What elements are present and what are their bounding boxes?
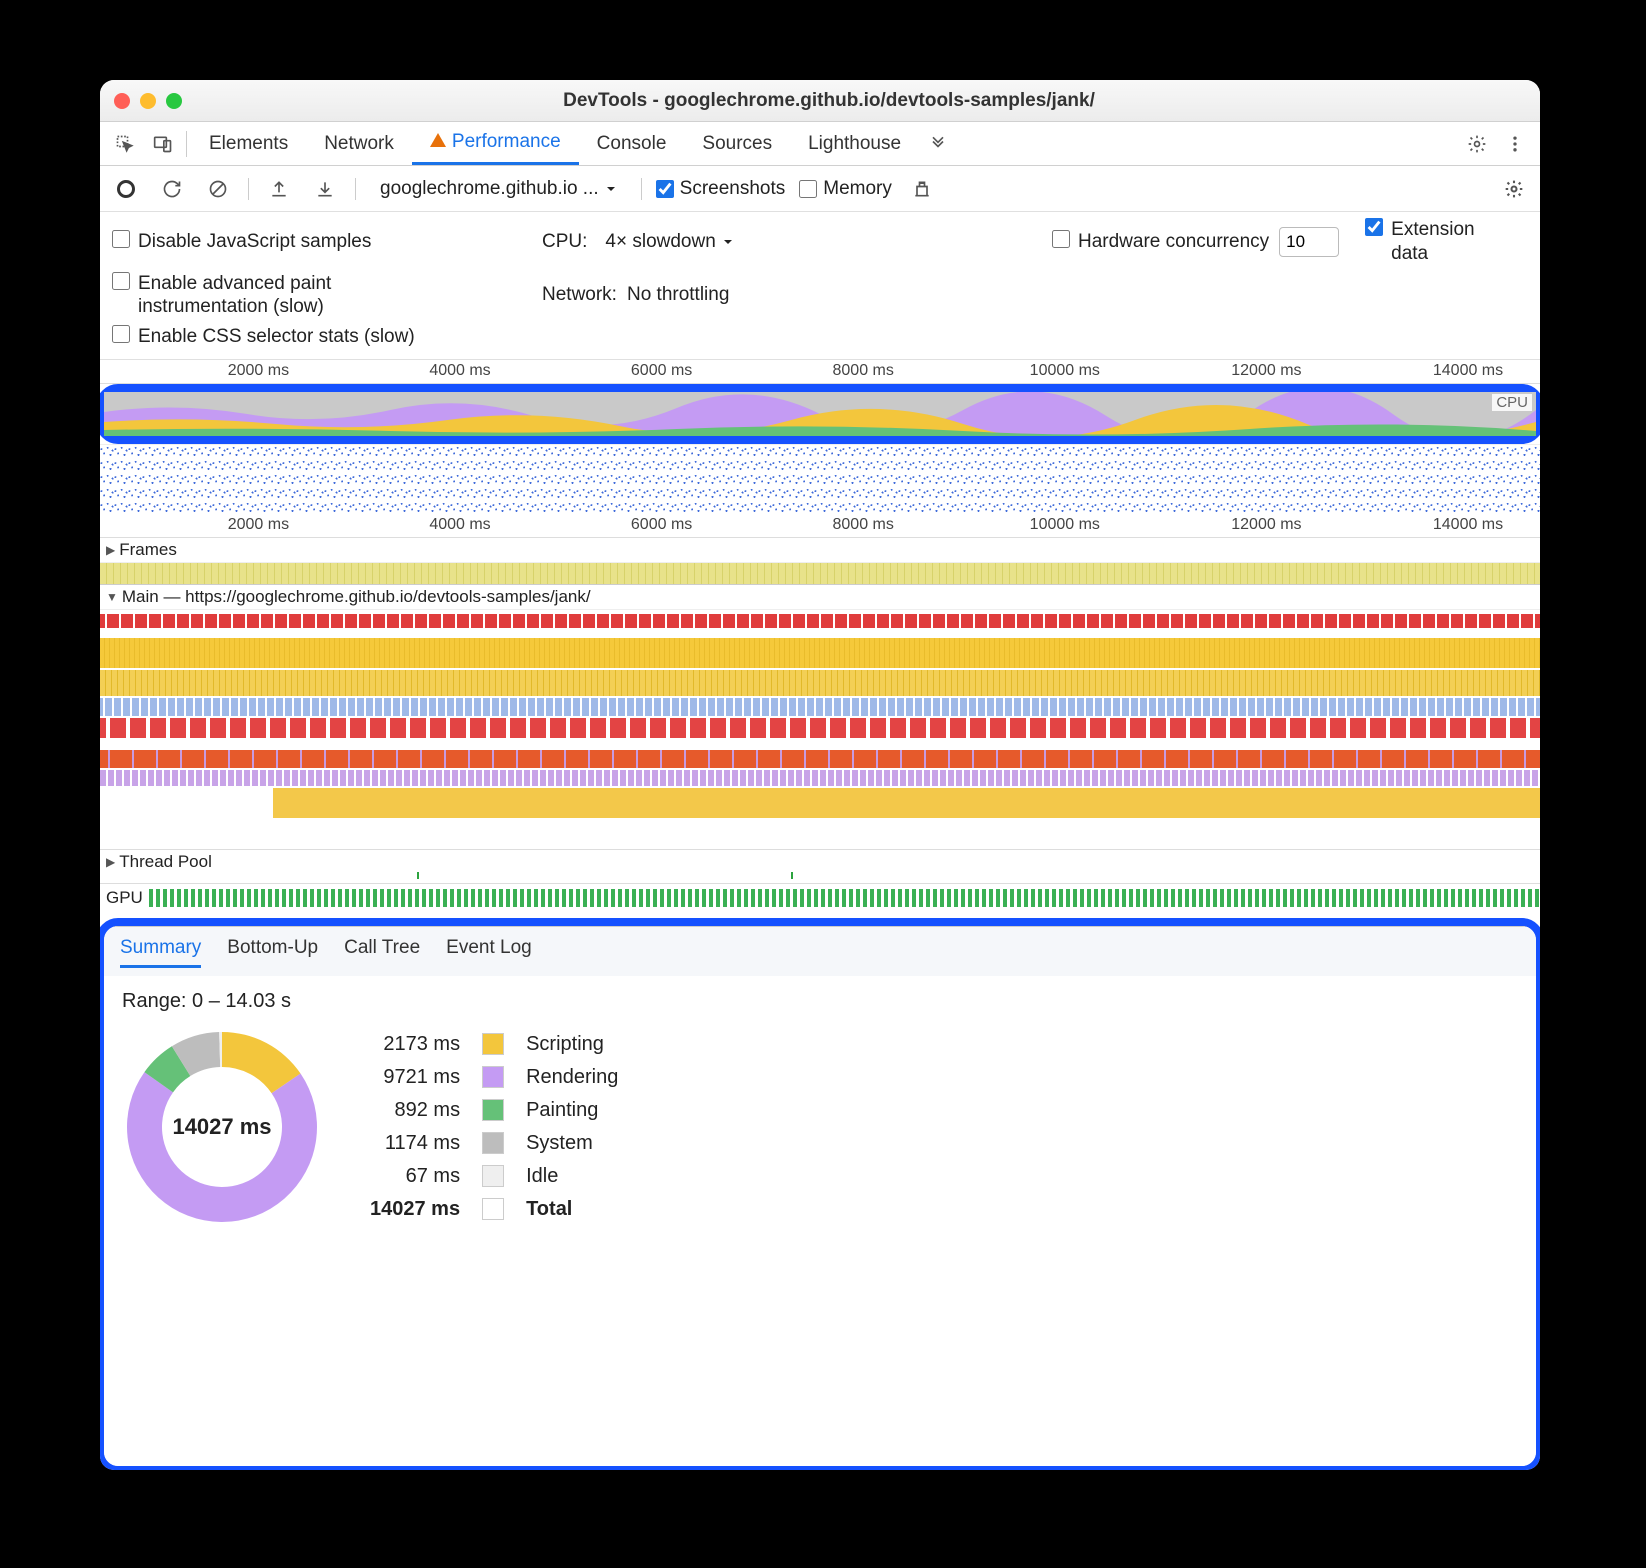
minimize-icon[interactable] <box>140 93 156 109</box>
reload-record-button[interactable] <box>156 173 188 205</box>
profile-selector-label: googlechrome.github.io ... <box>380 178 599 200</box>
cpu-throttle: CPU: 4× slowdown <box>542 229 1052 255</box>
detail-ruler[interactable]: 2000 ms 4000 ms 6000 ms 8000 ms 10000 ms… <box>100 514 1540 538</box>
upload-profile-icon[interactable] <box>263 173 295 205</box>
advanced-paint-checkbox[interactable]: Enable advanced paint instrumentation (s… <box>112 272 542 320</box>
gpu-label: GPU <box>106 888 143 908</box>
screenshots-checkbox[interactable]: Screenshots <box>656 178 786 200</box>
network-throttle-value: No throttling <box>627 284 729 306</box>
frames-section-header[interactable]: ▶ Frames <box>100 538 1540 563</box>
gpu-track[interactable]: GPU <box>100 884 1540 912</box>
clear-button[interactable] <box>202 173 234 205</box>
garbage-collect-icon[interactable] <box>906 173 938 205</box>
download-profile-icon[interactable] <box>309 173 341 205</box>
main-section-header[interactable]: ▼ Main — https://googlechrome.github.io/… <box>100 585 1540 610</box>
warning-icon <box>430 133 446 147</box>
capture-settings: Disable JavaScript samples CPU: 4× slowd… <box>100 212 1540 360</box>
hardware-concurrency-checkbox[interactable]: Hardware concurrency <box>1052 230 1269 254</box>
tab-elements[interactable]: Elements <box>191 122 306 165</box>
cpu-highlight: CPU <box>100 384 1540 444</box>
tab-network[interactable]: Network <box>306 122 412 165</box>
tab-console[interactable]: Console <box>579 122 685 165</box>
main-flame-chart[interactable] <box>100 610 1540 850</box>
panel-tabs: Elements Network Performance Console Sou… <box>100 122 1540 166</box>
thread-pool-track[interactable]: ▶ Thread Pool <box>100 850 1540 884</box>
profile-selector[interactable]: googlechrome.github.io ... <box>370 174 627 204</box>
inspect-icon[interactable] <box>106 125 144 163</box>
close-icon[interactable] <box>114 93 130 109</box>
chevron-down-icon <box>605 183 617 195</box>
fullscreen-icon[interactable] <box>166 93 182 109</box>
screenshots-strip[interactable] <box>100 444 1540 514</box>
cpu-label: CPU <box>1492 394 1532 411</box>
drawer-tab-call-tree[interactable]: Call Tree <box>344 937 420 968</box>
overview-ruler[interactable]: 2000 ms 4000 ms 6000 ms 8000 ms 10000 ms… <box>100 360 1540 384</box>
collapse-icon: ▼ <box>106 590 118 604</box>
tab-sources[interactable]: Sources <box>684 122 790 165</box>
expand-icon: ▶ <box>106 855 115 869</box>
legend-row: 67 ms Idle <box>360 1161 628 1192</box>
frames-track[interactable] <box>100 563 1540 585</box>
disable-js-checkbox[interactable]: Disable JavaScript samples <box>112 230 542 254</box>
drawer-tab-summary[interactable]: Summary <box>120 937 201 968</box>
hardware-concurrency-input[interactable] <box>1279 227 1339 257</box>
summary-donut-chart: 14027 ms <box>122 1027 322 1227</box>
memory-checkbox[interactable]: Memory <box>799 178 892 200</box>
more-tabs-icon[interactable] <box>919 125 957 163</box>
expand-icon: ▶ <box>106 543 115 557</box>
tab-lighthouse[interactable]: Lighthouse <box>790 122 919 165</box>
summary-highlight: Summary Bottom-Up Call Tree Event Log Ra… <box>100 918 1540 1470</box>
drawer-tabs: Summary Bottom-Up Call Tree Event Log <box>104 926 1536 976</box>
hardware-concurrency-row: Hardware concurrency Extension data <box>1052 218 1522 266</box>
titlebar: DevTools - googlechrome.github.io/devtoo… <box>100 80 1540 122</box>
summary-pane: Range: 0 – 14.03 s 14027 ms 2173 ms Scri… <box>104 976 1536 1466</box>
legend-row: 892 ms Painting <box>360 1095 628 1126</box>
device-toggle-icon[interactable] <box>144 125 182 163</box>
chevron-down-icon <box>722 236 734 248</box>
donut-center-label: 14027 ms <box>122 1027 322 1227</box>
summary-legend: 2173 ms Scripting9721 ms Rendering892 ms… <box>358 1027 630 1227</box>
tab-performance[interactable]: Performance <box>412 122 579 165</box>
devtools-window: DevTools - googlechrome.github.io/devtoo… <box>100 80 1540 1470</box>
legend-row: 2173 ms Scripting <box>360 1029 628 1060</box>
screenshots-checkbox-input[interactable] <box>656 180 674 198</box>
legend-total-row: 14027 msTotal <box>360 1194 628 1225</box>
capture-settings-icon[interactable] <box>1498 173 1530 205</box>
performance-toolbar: googlechrome.github.io ... Screenshots M… <box>100 166 1540 212</box>
settings-icon[interactable] <box>1458 125 1496 163</box>
drawer-tab-bottom-up[interactable]: Bottom-Up <box>227 937 318 968</box>
extension-data-checkbox[interactable]: Extension data <box>1365 218 1491 266</box>
window-title: DevTools - googlechrome.github.io/devtoo… <box>192 90 1466 112</box>
memory-checkbox-input[interactable] <box>799 180 817 198</box>
kebab-menu-icon[interactable] <box>1496 125 1534 163</box>
network-throttle: Network: No throttling <box>542 284 1052 306</box>
window-controls <box>114 93 182 109</box>
legend-row: 1174 ms System <box>360 1128 628 1159</box>
drawer-tab-event-log[interactable]: Event Log <box>446 937 532 968</box>
cpu-overview[interactable]: CPU <box>104 392 1536 436</box>
cpu-throttle-select[interactable]: 4× slowdown <box>597 229 741 255</box>
record-button[interactable] <box>110 173 142 205</box>
legend-row: 9721 ms Rendering <box>360 1062 628 1093</box>
summary-range: Range: 0 – 14.03 s <box>122 990 1518 1013</box>
css-selector-checkbox[interactable]: Enable CSS selector stats (slow) <box>112 325 542 349</box>
